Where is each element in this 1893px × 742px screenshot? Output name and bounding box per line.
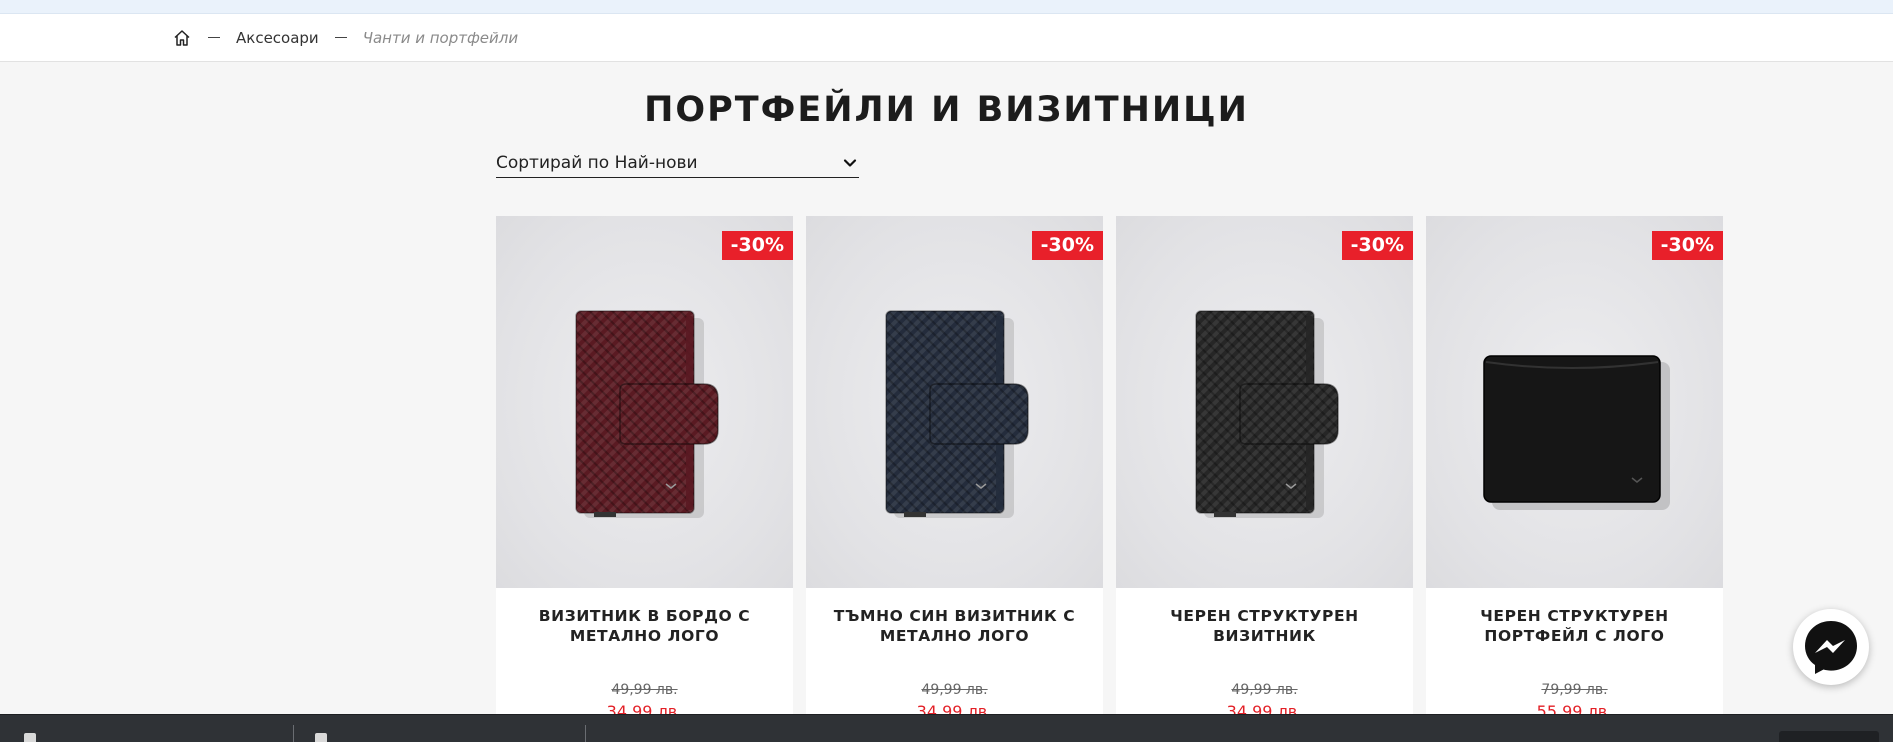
product-name[interactable]: ЧЕРЕН СТРУКТУРЕН ПОРТФЕЙЛ С ЛОГО [1426,606,1723,662]
bottom-bar-divider [293,725,294,742]
breadcrumb-separator [334,37,347,38]
old-price: 49,99 лв. [1231,682,1298,698]
old-price: 49,99 лв. [611,682,678,698]
product-card[interactable]: -30% ЧЕРЕН СТРУКТУРЕН ПОРТФЕЙЛ С ЛОГО 79… [1426,216,1723,736]
chevron-down-icon [843,158,857,167]
discount-badge: -30% [721,231,793,260]
product-image[interactable]: -30% [496,216,793,588]
card-holder-image [575,310,719,518]
sort-dropdown[interactable]: Сортирай по Най-нови [496,152,859,178]
discount-badge: -30% [1341,231,1413,260]
messenger-icon [1805,621,1857,674]
discount-badge: -30% [1651,231,1723,260]
breadcrumb-current: Чанти и портфейли [362,28,519,47]
old-price: 49,99 лв. [921,682,988,698]
product-image[interactable]: -30% [1116,216,1413,588]
card-holder-image [885,310,1029,518]
product-image[interactable]: -30% [1426,216,1723,588]
bottom-bar-text-fragment [24,733,36,742]
bottom-bar-divider [585,725,586,742]
messenger-button[interactable] [1793,609,1869,685]
breadcrumb-item-accessories[interactable]: Аксесоари [236,29,319,47]
product-name[interactable]: ВИЗИТНИК В БОРДО С МЕТАЛНО ЛОГО [496,606,793,662]
bottom-bar-text-fragment [315,733,327,742]
product-card[interactable]: -30% ЧЕРЕН СТРУКТУРЕН ВИЗИТНИК 49,99 лв.… [1116,216,1413,736]
wallet-image [1483,355,1670,510]
product-card[interactable]: -30% ВИЗИТНИК В БОРДО С МЕТАЛНО ЛОГО 49,… [496,216,793,736]
product-card[interactable]: -30% ТЪМНО СИН ВИЗИТНИК С МЕТАЛНО ЛОГО 4… [806,216,1103,736]
card-holder-image [1195,310,1339,518]
bottom-bar-button[interactable] [1779,731,1879,742]
product-image[interactable]: -30% [806,216,1103,588]
product-name[interactable]: ТЪМНО СИН ВИЗИТНИК С МЕТАЛНО ЛОГО [806,606,1103,662]
page-title: ПОРТФЕЙЛИ И ВИЗИТНИЦИ [644,90,1249,130]
home-icon[interactable] [172,28,192,48]
product-name[interactable]: ЧЕРЕН СТРУКТУРЕН ВИЗИТНИК [1116,606,1413,662]
breadcrumb: Аксесоари Чанти и портфейли [0,14,1893,62]
discount-badge: -30% [1031,231,1103,260]
breadcrumb-separator [208,37,220,38]
sort-label: Сортирай по Най-нови [496,152,698,173]
old-price: 79,99 лв. [1541,682,1608,698]
bottom-bar [0,714,1893,742]
browser-top-strip [0,0,1893,14]
